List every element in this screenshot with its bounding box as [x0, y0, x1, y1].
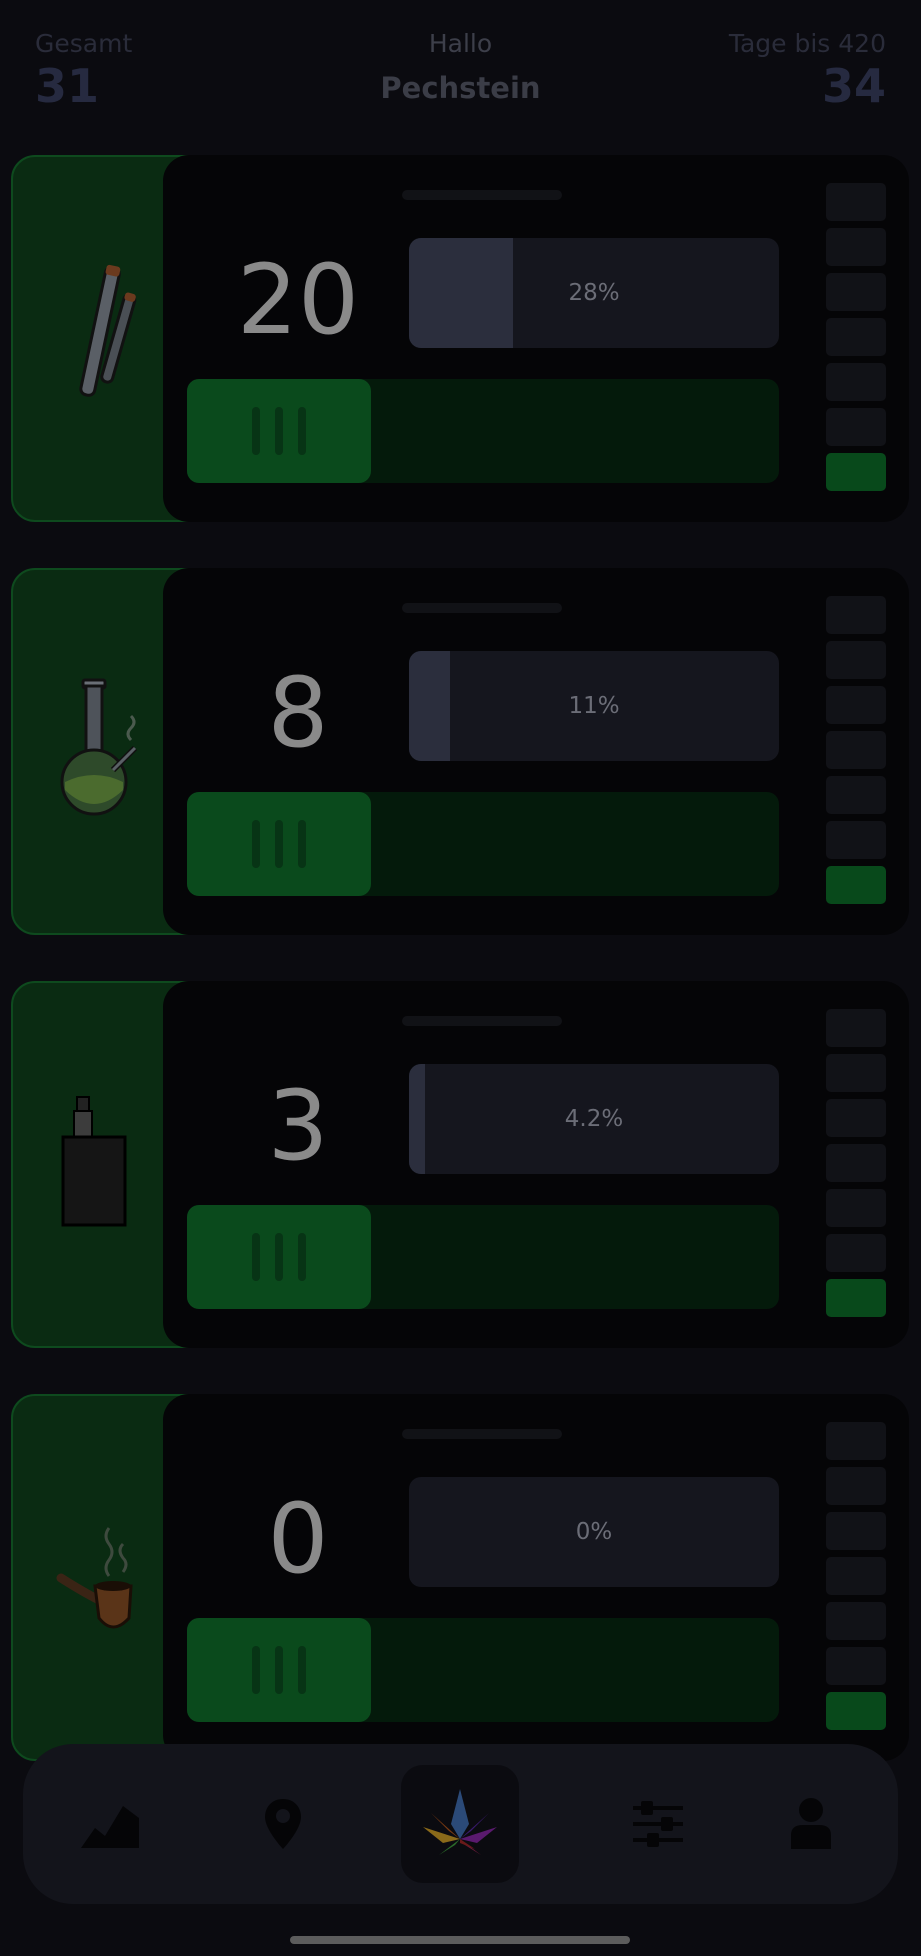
level-indicator	[826, 1009, 886, 1324]
grip-line	[298, 820, 306, 868]
percent-label: 0%	[575, 1519, 613, 1545]
drag-handle[interactable]	[402, 190, 562, 200]
count-value: 3	[267, 1070, 329, 1182]
bottom-nav	[23, 1744, 898, 1904]
level-step	[826, 596, 886, 634]
level-step	[826, 821, 886, 859]
percent-label: 28%	[568, 280, 620, 306]
percent-label: 4.2%	[564, 1106, 624, 1132]
grip-line	[275, 407, 283, 455]
level-step	[826, 318, 886, 356]
drag-handle[interactable]	[402, 1429, 562, 1439]
grip-line	[298, 407, 306, 455]
days-stat: Tage bis 420 34	[729, 28, 886, 112]
consumption-card-joint[interactable]: 20 28%	[11, 155, 909, 522]
level-step	[826, 641, 886, 679]
grip-line	[252, 407, 260, 455]
card-body: 20 28%	[163, 155, 909, 522]
level-step	[826, 1512, 886, 1550]
grip-line	[275, 1646, 283, 1694]
consumption-card-vape[interactable]: 3 4.2%	[11, 981, 909, 1348]
add-slider[interactable]	[187, 379, 779, 483]
slider-knob[interactable]	[187, 792, 371, 896]
grip-line	[298, 1646, 306, 1694]
count-value: 8	[267, 657, 329, 769]
grip-line	[298, 1233, 306, 1281]
card-body: 3 4.2%	[163, 981, 909, 1348]
slider-knob[interactable]	[187, 379, 371, 483]
home-indicator[interactable]	[290, 1936, 630, 1944]
grip-line	[252, 1233, 260, 1281]
level-step	[826, 1234, 886, 1272]
level-step	[826, 1422, 886, 1460]
joint-icon	[79, 264, 137, 397]
vape-icon	[61, 1096, 127, 1227]
add-slider[interactable]	[187, 1205, 779, 1309]
level-step	[826, 686, 886, 724]
sliders-icon	[633, 1801, 683, 1847]
level-step	[826, 273, 886, 311]
level-step	[826, 183, 886, 221]
consumption-card-pipe[interactable]: 0 0%	[11, 1394, 909, 1761]
add-slider[interactable]	[187, 1618, 779, 1722]
map-pin-icon	[265, 1799, 301, 1849]
nav-home[interactable]	[401, 1765, 519, 1883]
grip-line	[275, 820, 283, 868]
nav-map[interactable]	[233, 1774, 333, 1874]
cannabis-leaf-icon	[423, 1789, 497, 1855]
count-value: 0	[267, 1483, 329, 1595]
level-step	[826, 1189, 886, 1227]
consumption-card-bong[interactable]: 8 11%	[11, 568, 909, 935]
pipe-icon	[56, 1527, 133, 1629]
percent-bar: 0%	[409, 1477, 779, 1587]
level-step	[826, 731, 886, 769]
level-step-active	[826, 866, 886, 904]
percent-bar: 11%	[409, 651, 779, 761]
card-body: 8 11%	[163, 568, 909, 935]
days-value: 34	[821, 59, 886, 113]
days-label: Tage bis 420	[728, 29, 886, 58]
drag-handle[interactable]	[402, 603, 562, 613]
grip-line	[252, 1646, 260, 1694]
grip-line	[252, 820, 260, 868]
grip-line	[275, 1233, 283, 1281]
add-slider[interactable]	[187, 792, 779, 896]
level-step-active	[826, 1279, 886, 1317]
count-value: 20	[236, 244, 360, 356]
level-step	[826, 1054, 886, 1092]
level-step	[826, 408, 886, 446]
level-step	[826, 363, 886, 401]
level-step	[826, 1009, 886, 1047]
nav-settings[interactable]	[608, 1774, 708, 1874]
stats-chart-icon	[81, 1806, 139, 1848]
slider-knob[interactable]	[187, 1618, 371, 1722]
percent-bar: 4.2%	[409, 1064, 779, 1174]
level-step	[826, 1144, 886, 1182]
level-step	[826, 1647, 886, 1685]
level-step-active	[826, 453, 886, 491]
user-icon	[791, 1798, 831, 1849]
level-step-active	[826, 1692, 886, 1730]
percent-bar: 28%	[409, 238, 779, 348]
level-step	[826, 1557, 886, 1595]
nav-profile[interactable]	[761, 1774, 861, 1874]
level-step	[826, 1602, 886, 1640]
level-step	[826, 776, 886, 814]
level-indicator	[826, 1422, 886, 1737]
level-step	[826, 228, 886, 266]
level-step	[826, 1099, 886, 1137]
level-indicator	[826, 596, 886, 911]
card-body: 0 0%	[163, 1394, 909, 1761]
slider-knob[interactable]	[187, 1205, 371, 1309]
percent-label: 11%	[568, 693, 620, 719]
bong-icon	[60, 678, 138, 816]
nav-stats[interactable]	[60, 1774, 160, 1874]
drag-handle[interactable]	[402, 1016, 562, 1026]
level-step	[826, 1467, 886, 1505]
level-indicator	[826, 183, 886, 498]
